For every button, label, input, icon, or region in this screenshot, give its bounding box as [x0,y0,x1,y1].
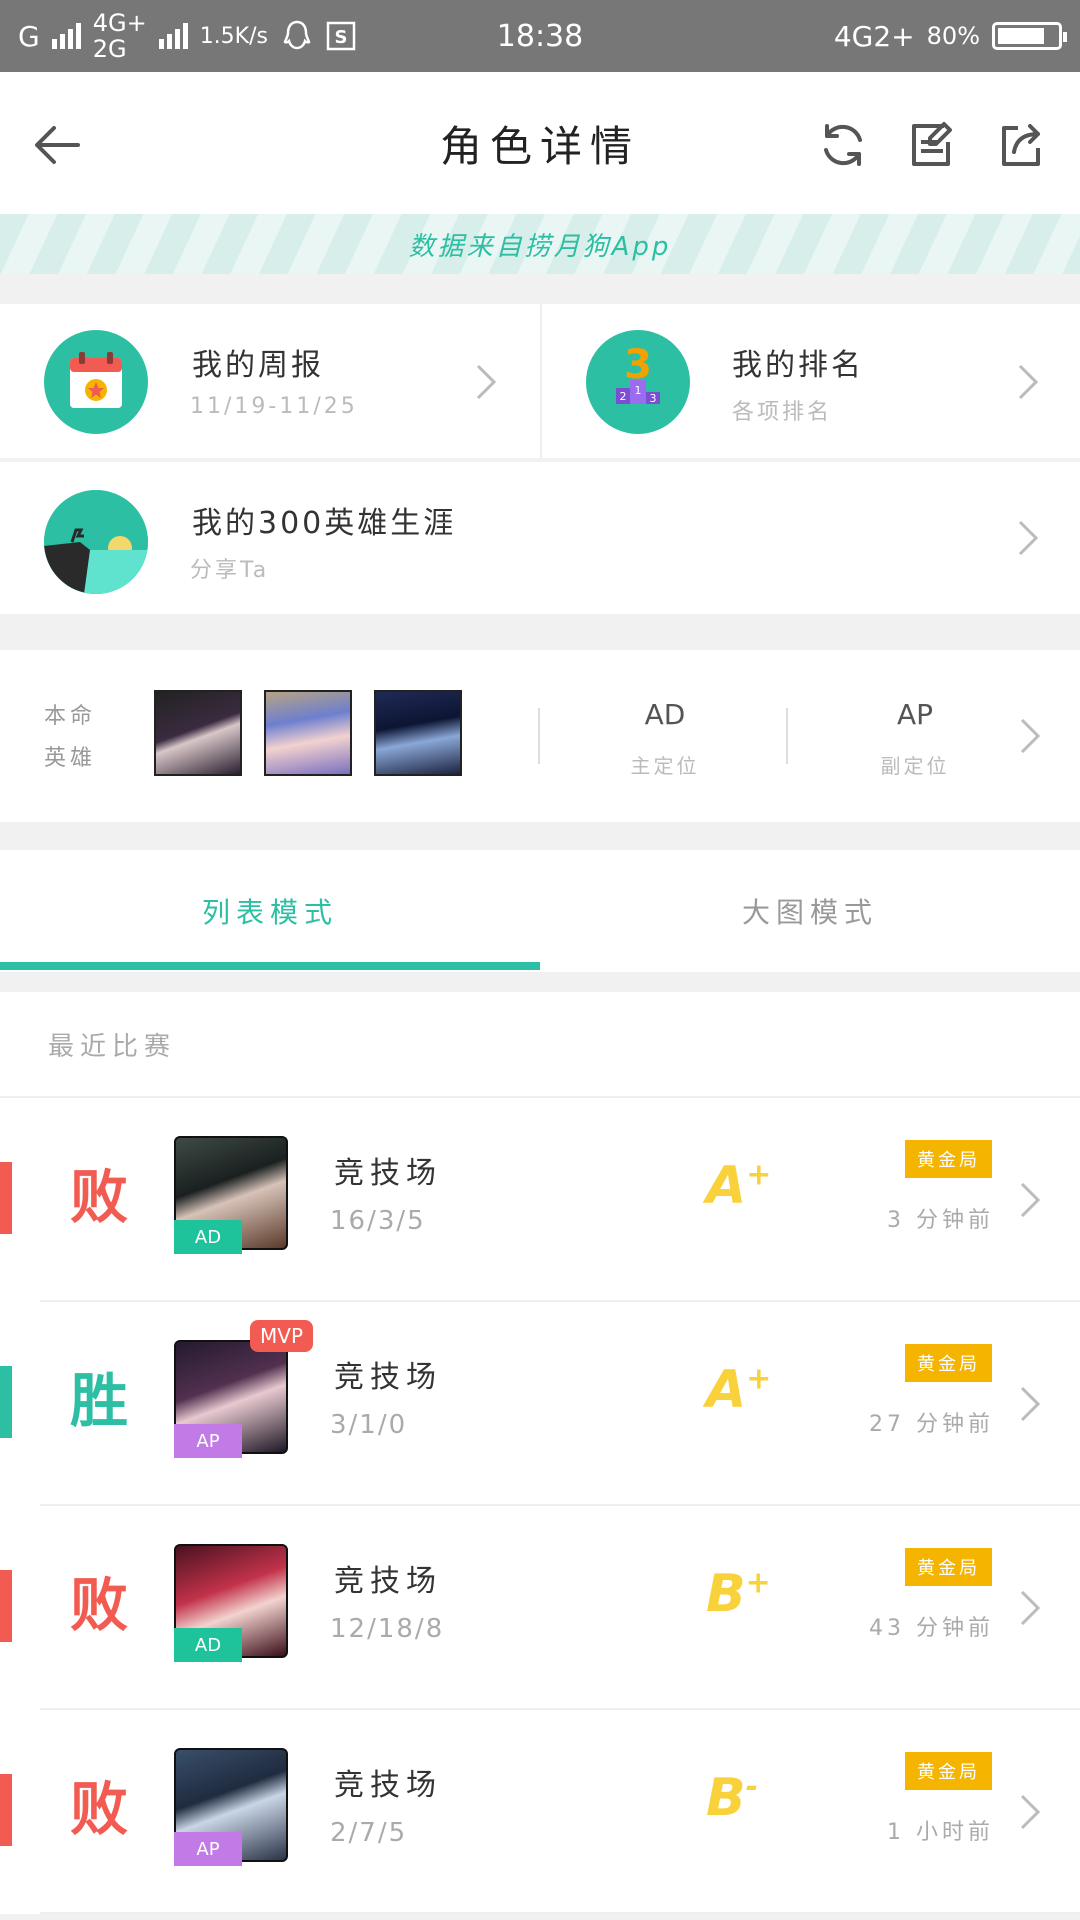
match-grade: B- [706,1768,758,1828]
career-sub: 分享Ta [190,558,270,583]
svg-text:1: 1 [635,384,642,397]
role-badge: AP [174,1832,242,1866]
match-mode: 竞技场 [334,1360,442,1395]
match-time: 3 分钟前 [887,1208,994,1233]
hero-portrait-2[interactable] [264,690,352,776]
ranking-sub: 各项排名 [732,400,833,425]
calendar-icon [44,330,148,434]
chevron-right-icon [1018,364,1039,400]
tab-big-image-mode[interactable]: 大图模式 [540,850,1080,972]
grade-modifier: + [745,1565,771,1601]
role-badge: AP [174,1424,242,1458]
row-divider [40,1912,1080,1914]
match-row[interactable]: 败 AD 竞技场 12/18/8 B+ 黄金局 43 分钟前 [0,1506,1080,1710]
favorite-label-line2: 英雄 [44,746,97,771]
tier-badge: 黄金局 [905,1752,992,1790]
career-title: 我的300英雄生涯 [192,506,457,541]
app-header: 角色详情 [0,72,1080,216]
refresh-icon[interactable] [816,118,870,172]
main-position-value: AD [644,698,686,731]
svg-text:2: 2 [620,390,627,403]
grade-letter: B [706,1564,746,1624]
grade-modifier: + [746,1361,772,1397]
match-kda: 16/3/5 [330,1206,426,1236]
chevron-right-icon [1020,718,1041,754]
match-time: 27 分钟前 [869,1412,994,1437]
role-badge: AD [174,1628,242,1662]
result-side-bar [0,1162,12,1234]
match-result: 败 [70,1163,129,1231]
chevron-right-icon [1020,1794,1041,1830]
tier-badge: 黄金局 [905,1344,992,1382]
match-grade: B+ [706,1564,771,1624]
grade-modifier: - [745,1769,759,1805]
result-side-bar [0,1570,12,1642]
role-badge: AD [174,1220,242,1254]
edit-icon[interactable] [904,118,958,172]
weekly-report-title: 我的周报 [192,348,324,383]
recent-matches-header: 最近比赛 [0,992,1080,1098]
match-kda: 12/18/8 [330,1614,445,1644]
tier-badge: 黄金局 [905,1140,992,1178]
battery-text: 80% [926,22,980,50]
status-bar: G 4G+ 2G 1.5K/s S 18:38 4G2+ 80% [0,0,1080,72]
chevron-right-icon [1020,1386,1041,1422]
main-position-label: 主定位 [630,754,700,778]
chevron-right-icon [1020,1182,1041,1218]
match-result: 败 [70,1571,129,1639]
match-grade: A+ [706,1360,771,1420]
match-mode: 竞技场 [334,1156,442,1191]
status-right: 4G2+ 80% [833,0,1067,72]
recent-matches-label: 最近比赛 [48,1032,177,1062]
match-row[interactable]: 胜 MVP AP 竞技场 3/1/0 A+ 黄金局 27 分钟前 [0,1302,1080,1506]
grade-letter: B [706,1768,746,1828]
match-row[interactable]: 败 AD 竞技场 16/3/5 A+ 黄金局 3 分钟前 [0,1098,1080,1302]
tab-list-mode[interactable]: 列表模式 [0,850,540,972]
network-type: 4G2+ [833,19,915,53]
match-mode: 竞技场 [334,1564,442,1599]
ranking-card[interactable]: 3 1 2 3 我的排名 各项排名 [542,304,1080,458]
chevron-right-icon [1018,520,1039,556]
podium-icon: 3 1 2 3 [586,330,690,434]
favorite-heroes-row[interactable]: 本命 英雄 AD 主定位 AP 副定位 [0,650,1080,822]
match-mode: 竞技场 [334,1768,442,1803]
sub-position-value: AP [896,698,934,731]
ranking-title: 我的排名 [732,348,864,383]
tier-badge: 黄金局 [905,1548,992,1586]
sub-position-label: 副定位 [880,754,950,778]
view-mode-tabs: 列表模式 大图模式 [0,850,1080,972]
svg-text:3: 3 [624,342,652,388]
share-icon[interactable] [994,118,1048,172]
grade-letter: A [706,1360,747,1420]
chevron-right-icon [476,364,497,400]
match-kda: 3/1/0 [330,1410,408,1440]
grade-letter: A [706,1156,747,1216]
match-time: 43 分钟前 [869,1616,994,1641]
match-grade: A+ [706,1156,771,1216]
career-card[interactable]: 我的300英雄生涯 分享Ta [0,462,1080,614]
result-side-bar [0,1366,12,1438]
favorite-heroes-label: 本命 英雄 [44,696,96,780]
match-time: 1 小时前 [887,1820,994,1845]
weekly-report-dates: 11/19-11/25 [190,394,358,419]
match-result: 败 [70,1775,129,1843]
hero-portrait-1[interactable] [154,690,242,776]
favorite-label-line1: 本命 [44,704,97,729]
sunset-icon [44,490,148,594]
match-kda: 2/7/5 [330,1818,408,1848]
match-row[interactable]: 败 AP 竞技场 2/7/5 B- 黄金局 1 小时前 [0,1710,1080,1914]
weekly-report-card[interactable]: 我的周报 11/19-11/25 [0,304,540,458]
match-result: 胜 [70,1367,129,1435]
result-side-bar [0,1774,12,1846]
battery-fill [998,28,1044,44]
active-tab-indicator [0,962,540,970]
hero-portrait-3[interactable] [374,690,462,776]
position-divider [786,708,788,764]
svg-text:3: 3 [650,392,657,405]
battery-icon [992,22,1067,50]
grade-modifier: + [746,1157,772,1193]
chevron-right-icon [1020,1590,1041,1626]
data-source-banner: 数据来自捞月狗App [0,214,1080,274]
mvp-badge: MVP [250,1320,313,1352]
